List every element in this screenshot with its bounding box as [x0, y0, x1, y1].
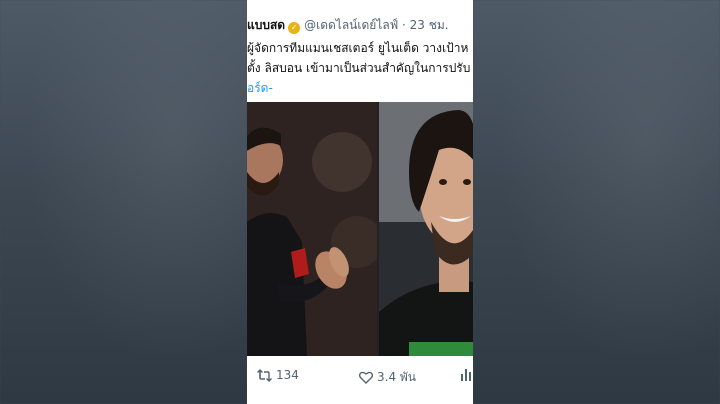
heart-icon [359, 371, 373, 384]
tweet-text: ผู้จัดการทีมแมนเชสเตอร์ ยูไนเต็ด วางเป้า… [247, 38, 473, 98]
tweet-card[interactable]: แบบสด ✓ @เดดไลน์เดย์ไลฟ์ · 23 ชม. ผู้จัดกา… [247, 0, 473, 404]
like-button[interactable]: 3.4 พัน [359, 368, 416, 387]
coach-clapping-photo [247, 102, 377, 356]
tweet-actions: 134 3.4 พัน [247, 368, 473, 390]
views-button[interactable] [461, 368, 473, 381]
tweet-header: แบบสด ✓ @เดดไลน์เดย์ไลฟ์ · 23 ชม. [247, 16, 473, 35]
retweet-icon [257, 368, 272, 382]
user-handle[interactable]: @เดดไลน์เดย์ไลฟ์ [304, 18, 398, 32]
media-photo-left[interactable] [247, 102, 377, 356]
tweet-text-line: ผู้จัดการทีมแมนเชสเตอร์ ยูไนเต็ด วางเป้า… [247, 41, 469, 55]
blurred-background-left [0, 0, 247, 404]
tweet-text-line: ตั้ง ลิสบอน เข้ามาเป็นส่วนสำคัญในการปรับ [247, 61, 471, 75]
media-photo-right[interactable] [379, 102, 473, 356]
player-smiling-photo [379, 102, 473, 356]
retweet-count: 134 [276, 368, 299, 382]
bar-chart-icon [461, 369, 471, 381]
display-name[interactable]: แบบสด [247, 18, 285, 32]
blurred-background-right [473, 0, 720, 404]
retweet-button[interactable]: 134 [257, 368, 299, 382]
verified-badge-icon: ✓ [288, 22, 301, 34]
tweet-link[interactable]: อร์ด- [247, 78, 473, 98]
like-count: 3.4 พัน [377, 370, 417, 384]
tweet-time[interactable]: 23 ชม. [410, 18, 449, 32]
tweet-media[interactable] [247, 102, 473, 356]
header-separator: · [402, 18, 406, 32]
